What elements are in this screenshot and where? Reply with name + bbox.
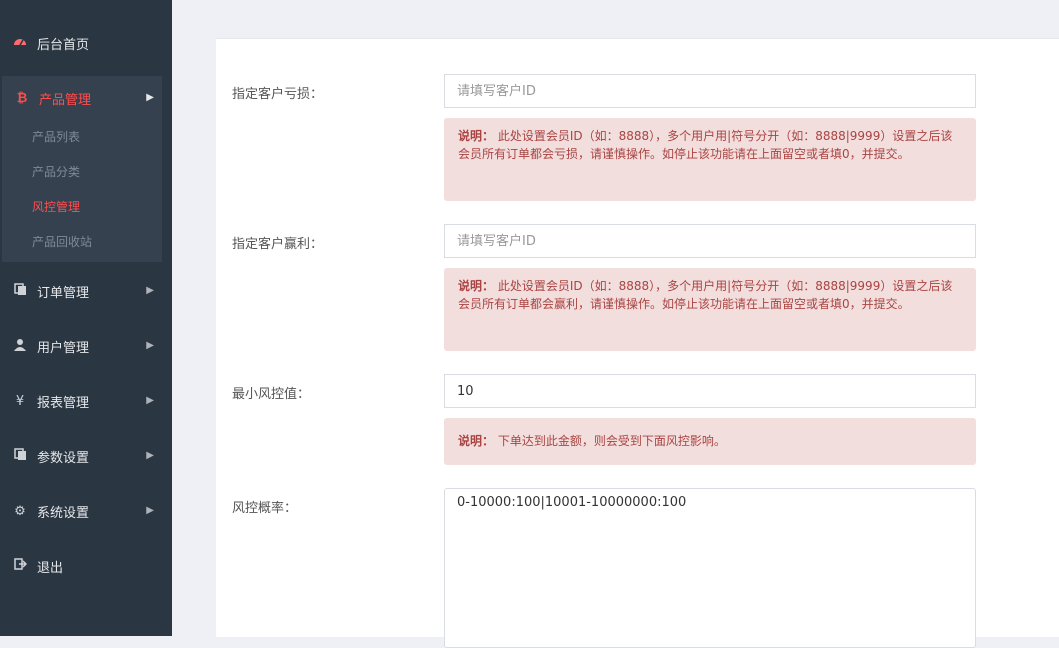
sidebar-item-label: 产品管理 bbox=[39, 92, 92, 108]
min-risk-note: 说明： 下单达到此金额，则会受到下面风控影响。 bbox=[444, 418, 976, 465]
bitcoin-icon: ₿ bbox=[16, 91, 28, 106]
sidebar-item-reports[interactable]: ¥ 报表管理 ▶ bbox=[0, 381, 162, 421]
gears-icon: ⚙ bbox=[14, 503, 26, 519]
submenu-item-recycle-bin[interactable]: 产品回收站 bbox=[32, 225, 92, 259]
products-submenu: 产品列表 产品分类 风控管理 产品回收站 bbox=[2, 120, 162, 262]
loss-user-input[interactable] bbox=[444, 74, 976, 108]
sign-out-icon bbox=[12, 558, 28, 574]
profit-user-input[interactable] bbox=[444, 224, 976, 258]
sidebar-item-dashboard[interactable]: 后台首页 bbox=[0, 23, 162, 63]
sidebar-item-label: 后台首页 bbox=[37, 37, 90, 53]
yen-icon: ¥ bbox=[15, 393, 25, 409]
submenu-item-product-list[interactable]: 产品列表 bbox=[32, 120, 80, 154]
submenu-item-risk-control[interactable]: 风控管理 bbox=[32, 190, 80, 224]
dashboard-icon bbox=[12, 35, 28, 51]
sidebar-item-products[interactable]: ₿ 产品管理 ▶ bbox=[2, 76, 162, 120]
sidebar: 后台首页 ₿ 产品管理 ▶ 产品列表 产品分类 风控管理 产品回收站 订单管理 … bbox=[0, 0, 172, 636]
profit-note: 说明： 此处设置会员ID（如：8888），多个用户用|符号分开（如：8888|9… bbox=[444, 268, 976, 351]
sidebar-item-label: 报表管理 bbox=[37, 395, 90, 411]
note-title: 说明： bbox=[458, 279, 495, 293]
caret-right-icon: ▶ bbox=[146, 395, 154, 406]
risk-probability-label: 风控概率： bbox=[232, 501, 298, 516]
loss-note: 说明： 此处设置会员ID（如：8888），多个用户用|符号分开（如：8888|9… bbox=[444, 118, 976, 201]
sidebar-item-label: 用户管理 bbox=[37, 340, 90, 356]
note-text: 此处设置会员ID（如：8888），多个用户用|符号分开（如：8888|9999）… bbox=[458, 279, 953, 311]
note-text: 此处设置会员ID（如：8888），多个用户用|符号分开（如：8888|9999）… bbox=[458, 129, 953, 161]
sidebar-item-label: 参数设置 bbox=[37, 450, 90, 466]
sidebar-item-logout[interactable]: 退出 bbox=[0, 546, 162, 586]
sidebar-item-label: 退出 bbox=[37, 560, 64, 576]
caret-right-icon: ▶ bbox=[146, 285, 154, 296]
caret-right-icon: ▶ bbox=[146, 505, 154, 516]
loss-user-label: 指定客户亏损： bbox=[232, 87, 324, 102]
min-risk-label: 最小风控值： bbox=[232, 387, 311, 402]
sidebar-item-label: 订单管理 bbox=[37, 285, 90, 301]
caret-right-icon: ▶ bbox=[146, 92, 154, 103]
risk-probability-textarea[interactable]: 0-10000:100|10001-10000000:100 bbox=[444, 488, 976, 648]
copy-icon bbox=[12, 447, 28, 465]
sidebar-item-parameters[interactable]: 参数设置 ▶ bbox=[0, 436, 162, 476]
sidebar-item-label: 系统设置 bbox=[37, 505, 90, 521]
sidebar-item-orders[interactable]: 订单管理 ▶ bbox=[0, 271, 162, 311]
profit-user-label: 指定客户赢利： bbox=[232, 237, 324, 252]
submenu-item-product-category[interactable]: 产品分类 bbox=[32, 155, 80, 189]
user-icon bbox=[12, 338, 28, 355]
note-title: 说明： bbox=[458, 434, 495, 448]
sidebar-item-users[interactable]: 用户管理 ▶ bbox=[0, 326, 162, 366]
note-title: 说明： bbox=[458, 129, 495, 143]
caret-right-icon: ▶ bbox=[146, 340, 154, 351]
caret-right-icon: ▶ bbox=[146, 450, 154, 461]
min-risk-input[interactable] bbox=[444, 374, 976, 408]
note-text: 下单达到此金额，则会受到下面风控影响。 bbox=[497, 434, 726, 448]
sidebar-item-system[interactable]: ⚙ 系统设置 ▶ bbox=[0, 491, 162, 531]
copy-icon bbox=[12, 282, 28, 300]
